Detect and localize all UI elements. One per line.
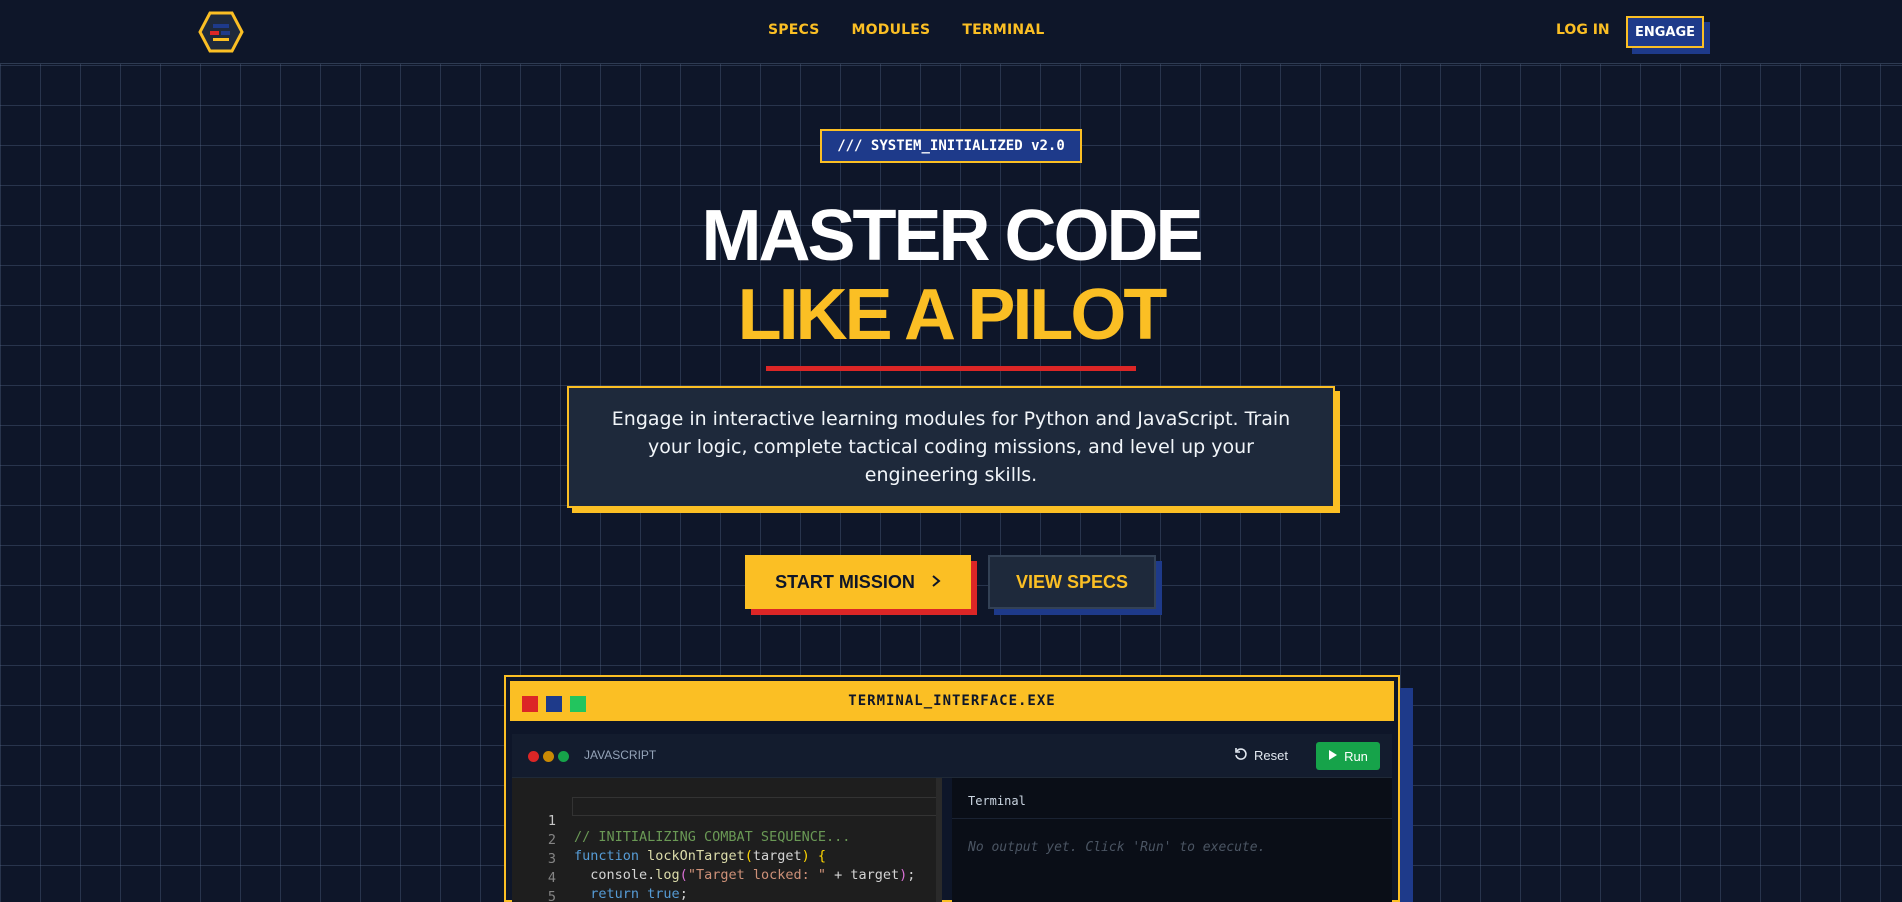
title-underline [766,366,1136,371]
nav-link-modules[interactable]: MODULES [852,22,931,38]
login-link[interactable]: LOG IN [1556,22,1610,38]
divider [952,818,1392,819]
system-badge: /// SYSTEM_INITIALIZED v2.0 [820,129,1082,163]
red-dot-icon [528,751,539,762]
green-dot-icon [558,751,569,762]
code-line-3: 3 console.log("Target locked: " + target… [512,835,942,883]
terminal-titlebar: TERMINAL_INTERFACE.EXE [510,681,1394,724]
chevron-right-icon [931,572,941,593]
code-line-6: 6 [512,892,942,902]
hero-description: Engage in interactive learning modules f… [611,408,1291,486]
main-nav: SPECS MODULES TERMINAL [768,22,1044,38]
hero-title-line2: LIKE A PILOT [737,275,1168,355]
hero-title-line1: MASTER CODE [701,196,1203,276]
terminal-output-placeholder: No output yet. Click 'Run' to execute. [968,840,1266,855]
run-label: Run [1344,748,1368,764]
code-line-5: 5 } [512,873,942,902]
editor-scrollbar[interactable] [936,778,942,902]
code-line-1: 1 // INITIALIZING COMBAT SEQUENCE... [512,797,942,845]
reset-button[interactable]: Reset [1234,747,1288,764]
reset-icon [1234,747,1248,764]
code-line-2: 2 function lockOnTarget(target) { [512,816,942,864]
code-editor[interactable]: 1 // INITIALIZING COMBAT SEQUENCE... 2 f… [512,778,942,902]
play-icon [1328,749,1338,764]
start-mission-label: START MISSION [775,571,915,592]
engage-button[interactable]: ENGAGE [1626,16,1704,48]
terminal-window: TERMINAL_INTERFACE.EXE JAVASCRIPT Reset … [504,675,1400,902]
start-mission-button[interactable]: START MISSION [745,555,971,609]
code-line-4: 4 return true; [512,854,942,902]
editor-toolbar: JAVASCRIPT Reset Run [512,734,1392,778]
terminal-output-label: Terminal [968,794,1026,808]
navbar: SPECS MODULES TERMINAL LOG IN ENGAGE [0,0,1902,64]
run-button[interactable]: Run [1316,742,1380,770]
nav-link-terminal[interactable]: TERMINAL [962,22,1044,38]
reset-label: Reset [1254,748,1288,763]
logo-icon[interactable] [198,11,244,53]
terminal-title: TERMINAL_INTERFACE.EXE [848,693,1056,709]
nav-link-specs[interactable]: SPECS [768,22,820,38]
view-specs-button[interactable]: VIEW SPECS [988,555,1156,609]
language-label: JAVASCRIPT [584,748,657,762]
terminal-output-pane: Terminal No output yet. Click 'Run' to e… [952,778,1392,902]
description-box: Engage in interactive learning modules f… [567,386,1335,508]
yellow-dot-icon [543,751,554,762]
